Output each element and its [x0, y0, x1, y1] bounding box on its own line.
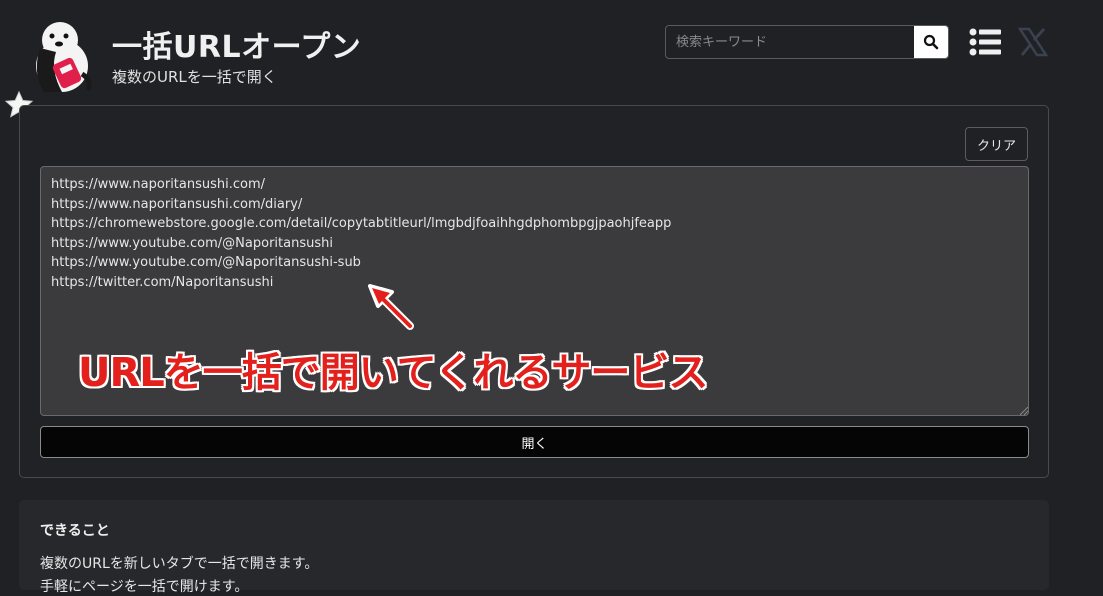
search-button[interactable]: [914, 26, 948, 58]
x-twitter-icon[interactable]: [1018, 27, 1048, 57]
resize-grip-icon[interactable]: [1020, 407, 1028, 415]
open-button[interactable]: 開く: [40, 426, 1029, 458]
search-icon: [923, 34, 939, 50]
red-arrow-icon: [368, 284, 414, 330]
url-opener-panel: クリア https://www.naporitansushi.com/ http…: [19, 105, 1049, 478]
info-heading: できること: [40, 523, 110, 539]
search-input[interactable]: [666, 26, 914, 58]
search-form: [665, 25, 949, 59]
info-text-2: 手軽にページを一括で開けます。: [40, 579, 249, 595]
otter-mascot-icon: [36, 22, 92, 92]
list-menu-icon[interactable]: [969, 27, 1003, 57]
annotation-caption: URLを一括で開いてくれるサービス: [78, 350, 708, 396]
info-text: 複数のURLを新しいタブで一括で開きます。: [40, 556, 319, 572]
site-title[interactable]: 一括URLオープン: [112, 22, 361, 66]
site-subtitle: 複数のURLを一括で開く: [112, 68, 277, 86]
clear-button[interactable]: クリア: [964, 127, 1028, 161]
info-section: できること 複数のURLを新しいタブで一括で開きます。 手軽にページを一括で開け…: [19, 500, 1049, 595]
